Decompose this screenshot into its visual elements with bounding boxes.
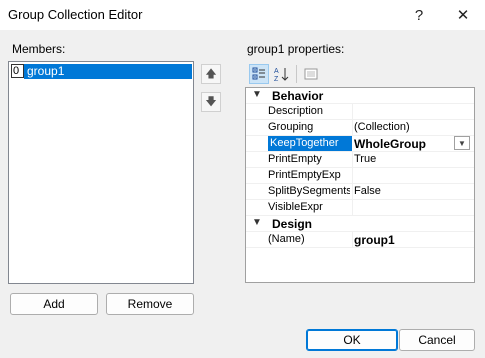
move-down-button[interactable]: 🡇 <box>201 92 221 112</box>
list-item[interactable]: 0 group1 <box>11 64 192 79</box>
category-behavior[interactable]: ▼ Behavior <box>246 88 474 104</box>
property-row[interactable]: Grouping (Collection) <box>246 120 474 136</box>
arrow-down-icon: 🡇 <box>205 95 217 108</box>
property-row[interactable]: Description <box>246 104 474 120</box>
ok-button[interactable]: OK <box>306 329 398 351</box>
move-up-button[interactable]: 🡅 <box>201 64 221 84</box>
members-list[interactable]: 0 group1 <box>8 61 194 284</box>
cancel-button[interactable]: Cancel <box>399 329 475 351</box>
property-name: Grouping <box>268 121 314 133</box>
property-name: PrintEmptyExp <box>268 169 341 181</box>
chevron-down-icon[interactable]: ▼ <box>252 217 262 228</box>
property-row[interactable]: PrintEmpty True <box>246 152 474 168</box>
close-button[interactable]: ✕ <box>441 0 485 30</box>
add-button[interactable]: Add <box>10 293 98 315</box>
property-pages-button[interactable] <box>301 64 321 84</box>
property-name: Description <box>268 105 324 117</box>
window-title: Group Collection Editor <box>8 7 143 22</box>
chevron-down-icon[interactable]: ▼ <box>252 89 262 100</box>
property-value[interactable]: (Collection) <box>354 121 410 133</box>
categorized-button[interactable] <box>249 64 269 84</box>
property-name: (Name) <box>268 233 305 245</box>
property-row[interactable]: SplitBySegments False <box>246 184 474 200</box>
property-value[interactable]: WholeGroup <box>354 137 426 151</box>
properties-label: group1 properties: <box>247 42 345 56</box>
property-value[interactable]: False <box>354 185 381 197</box>
property-row[interactable]: VisibleExpr <box>246 200 474 216</box>
chevron-down-icon: ▼ <box>458 138 466 148</box>
help-icon: ? <box>414 6 424 24</box>
close-icon: ✕ <box>456 7 470 24</box>
sort-alphabetical-icon: A Z <box>274 68 289 82</box>
property-row-selected[interactable]: KeepTogether WholeGroup ▼ <box>246 136 474 152</box>
alphabetical-button[interactable]: A Z <box>271 64 291 84</box>
arrow-up-icon: 🡅 <box>205 67 217 80</box>
member-name: group1 <box>24 64 192 79</box>
category-label: Design <box>272 217 313 231</box>
member-index: 0 <box>11 64 24 78</box>
property-row[interactable]: (Name) group1 <box>246 232 474 248</box>
svg-text:Z: Z <box>274 76 279 82</box>
property-name: PrintEmpty <box>268 153 322 165</box>
property-name: SplitBySegments <box>268 185 350 197</box>
property-pages-icon <box>304 68 318 80</box>
property-value[interactable]: group1 <box>354 233 395 247</box>
dropdown-button[interactable]: ▼ <box>454 136 470 150</box>
remove-button[interactable]: Remove <box>106 293 194 315</box>
property-value[interactable]: True <box>354 153 376 165</box>
svg-text:A: A <box>274 68 279 75</box>
categorized-icon <box>252 67 265 80</box>
toolbar-divider <box>296 65 297 83</box>
property-name: KeepTogether <box>268 136 352 151</box>
property-name: VisibleExpr <box>268 201 323 213</box>
category-design[interactable]: ▼ Design <box>246 216 474 232</box>
help-button[interactable]: ? <box>397 0 441 30</box>
members-label: Members: <box>12 42 66 56</box>
category-label: Behavior <box>272 89 324 103</box>
property-row[interactable]: PrintEmptyExp <box>246 168 474 184</box>
property-grid[interactable]: ▼ Behavior Description Grouping (Collect… <box>245 87 475 283</box>
